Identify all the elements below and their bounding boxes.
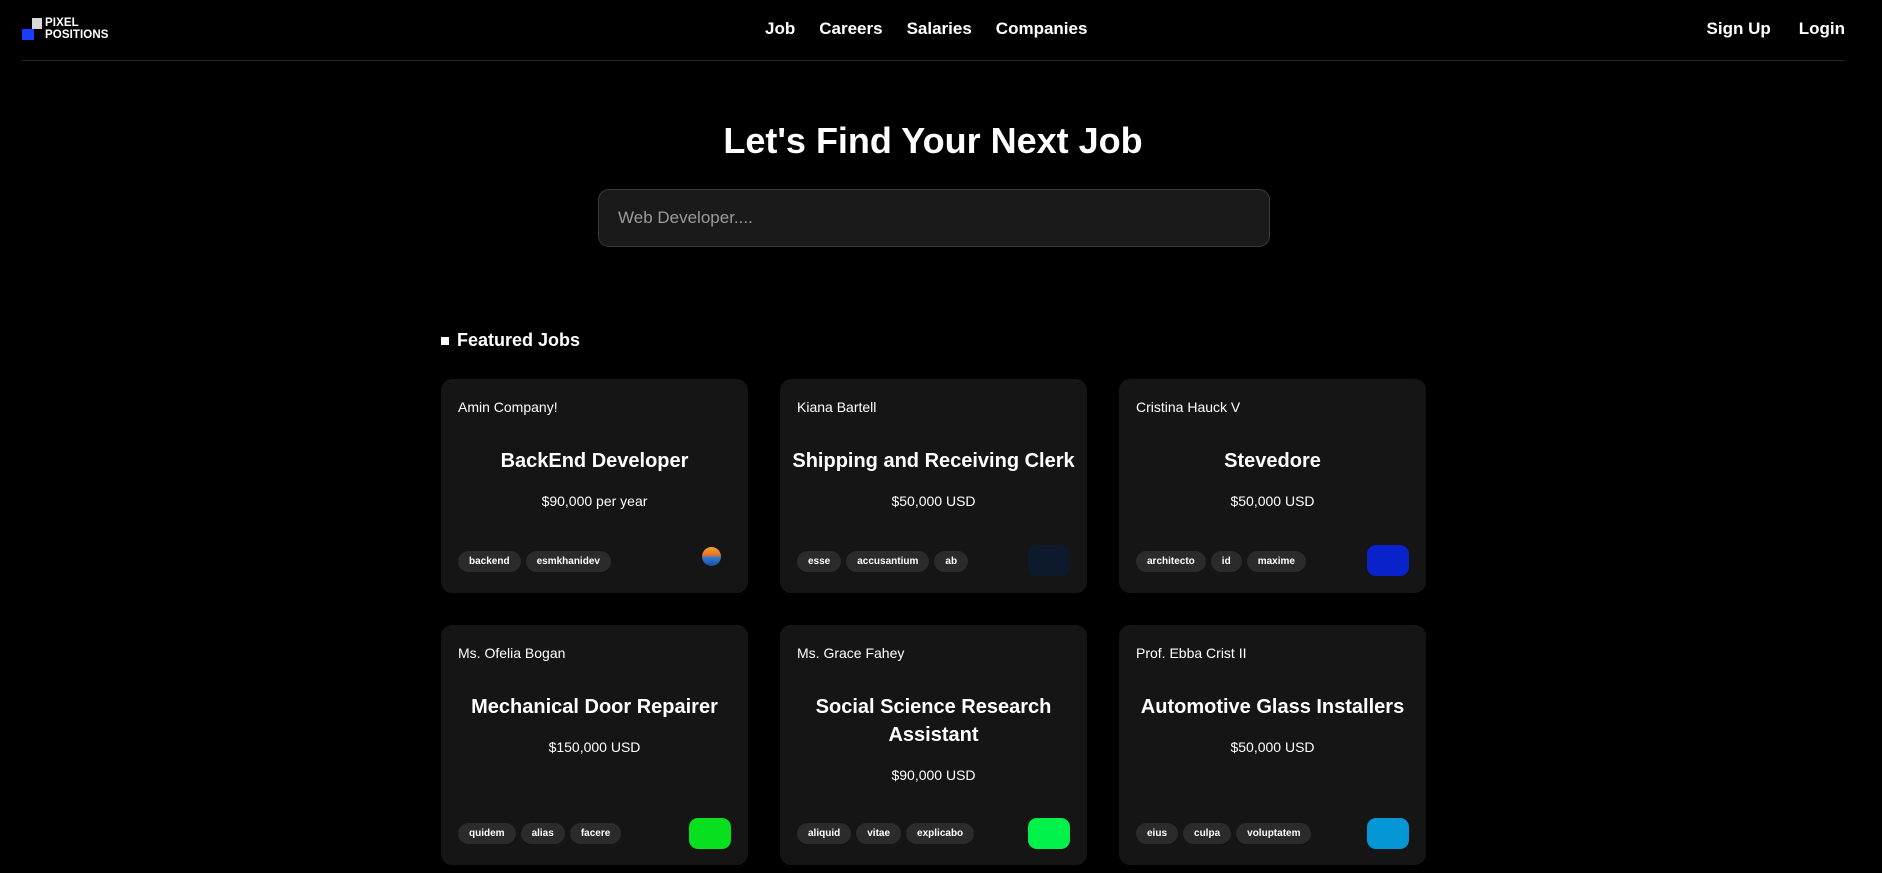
job-tags: aliquid vitae explicabo — [797, 823, 975, 844]
tag[interactable]: accusantium — [846, 551, 930, 572]
tag[interactable]: quidem — [458, 823, 516, 844]
employer-name: Amin Company! — [458, 399, 558, 415]
tag[interactable]: esmkhanidev — [525, 551, 611, 572]
job-salary: $50,000 USD — [1230, 739, 1315, 755]
job-tags: backend esmkhanidev — [458, 551, 611, 572]
auth-links: Sign Up Login — [1707, 19, 1845, 39]
tag[interactable]: vitae — [856, 823, 902, 844]
job-search-input[interactable] — [618, 208, 1269, 228]
tag[interactable]: aliquid — [797, 823, 852, 844]
tag[interactable]: architecto — [1136, 551, 1206, 572]
job-tags: architecto id maxime — [1136, 551, 1306, 572]
job-search-box[interactable] — [598, 189, 1270, 247]
tag[interactable]: culpa — [1183, 823, 1232, 844]
logo-grey-square-icon — [32, 18, 42, 29]
logo-blue-square-icon — [22, 29, 34, 40]
logo-text-line2: POSITIONS — [45, 28, 109, 41]
job-title[interactable]: Stevedore — [1129, 447, 1416, 475]
job-card[interactable]: Kiana Bartell Shipping and Receiving Cle… — [780, 379, 1087, 593]
employer-name: Ms. Ofelia Bogan — [458, 645, 566, 661]
job-salary: $50,000 USD — [1230, 493, 1315, 509]
tag[interactable]: explicabo — [906, 823, 975, 844]
tag[interactable]: facere — [569, 823, 622, 844]
logo-text-line1: PIXEL — [45, 17, 79, 29]
sign-up-link[interactable]: Sign Up — [1707, 19, 1771, 39]
job-title[interactable]: Shipping and Receiving Clerk — [790, 447, 1077, 475]
tag[interactable]: eius — [1136, 823, 1179, 844]
job-title[interactable]: Automotive Glass Installers — [1129, 693, 1416, 721]
employer-name: Prof. Ebba Crist II — [1136, 645, 1247, 661]
job-card[interactable]: Cristina Hauck V Stevedore $50,000 USD a… — [1119, 379, 1426, 593]
top-navigation: PIXEL POSITIONS Job Careers Salaries Com… — [22, 0, 1845, 61]
company-logo — [689, 818, 731, 849]
job-card[interactable]: Prof. Ebba Crist II Automotive Glass Ins… — [1119, 625, 1426, 865]
job-title[interactable]: Mechanical Door Repairer — [451, 693, 738, 721]
tag[interactable]: voluptatem — [1236, 823, 1312, 844]
job-salary: $90,000 per year — [541, 493, 648, 509]
pixel-positions-logo[interactable]: PIXEL POSITIONS — [22, 17, 122, 42]
job-tags: quidem alias facere — [458, 823, 622, 844]
job-tags: eius culpa voluptatem — [1136, 823, 1312, 844]
job-card[interactable]: Amin Company! BackEnd Developer $90,000 … — [441, 379, 748, 593]
nav-link-job[interactable]: Job — [765, 19, 795, 39]
company-logo — [1028, 545, 1070, 576]
job-card[interactable]: Ms. Grace Fahey Social Science Research … — [780, 625, 1087, 865]
nav-link-salaries[interactable]: Salaries — [907, 19, 972, 39]
heading-bullet-icon — [441, 336, 449, 345]
featured-jobs-heading: Featured Jobs — [441, 330, 580, 351]
main-nav-links: Job Careers Salaries Companies — [765, 19, 1087, 39]
company-logo — [1028, 818, 1070, 849]
job-title[interactable]: Social Science Research Assistant — [810, 693, 1057, 749]
tag[interactable]: esse — [797, 551, 842, 572]
company-logo — [1367, 545, 1409, 576]
employer-name: Cristina Hauck V — [1136, 399, 1241, 415]
job-tags: esse accusantium ab — [797, 551, 969, 572]
tag[interactable]: maxime — [1246, 551, 1306, 572]
logo-text: PIXEL POSITIONS — [45, 17, 109, 41]
nav-link-companies[interactable]: Companies — [996, 19, 1088, 39]
tag[interactable]: backend — [458, 551, 521, 572]
company-logo — [1367, 818, 1409, 849]
employer-name: Ms. Grace Fahey — [797, 645, 905, 661]
tag[interactable]: ab — [934, 551, 969, 572]
job-salary: $90,000 USD — [891, 767, 976, 783]
hero-title: Let's Find Your Next Job — [723, 120, 1143, 161]
login-link[interactable]: Login — [1799, 19, 1845, 39]
nav-link-careers[interactable]: Careers — [819, 19, 882, 39]
sunset-avatar-icon — [702, 547, 721, 566]
tag[interactable]: id — [1210, 551, 1242, 572]
tag[interactable]: alias — [520, 823, 565, 844]
featured-jobs-title: Featured Jobs — [457, 330, 581, 350]
job-salary: $50,000 USD — [891, 493, 976, 509]
job-title[interactable]: BackEnd Developer — [451, 447, 738, 475]
job-salary: $150,000 USD — [548, 739, 641, 755]
job-card[interactable]: Ms. Ofelia Bogan Mechanical Door Repaire… — [441, 625, 748, 865]
employer-name: Kiana Bartell — [797, 399, 877, 415]
